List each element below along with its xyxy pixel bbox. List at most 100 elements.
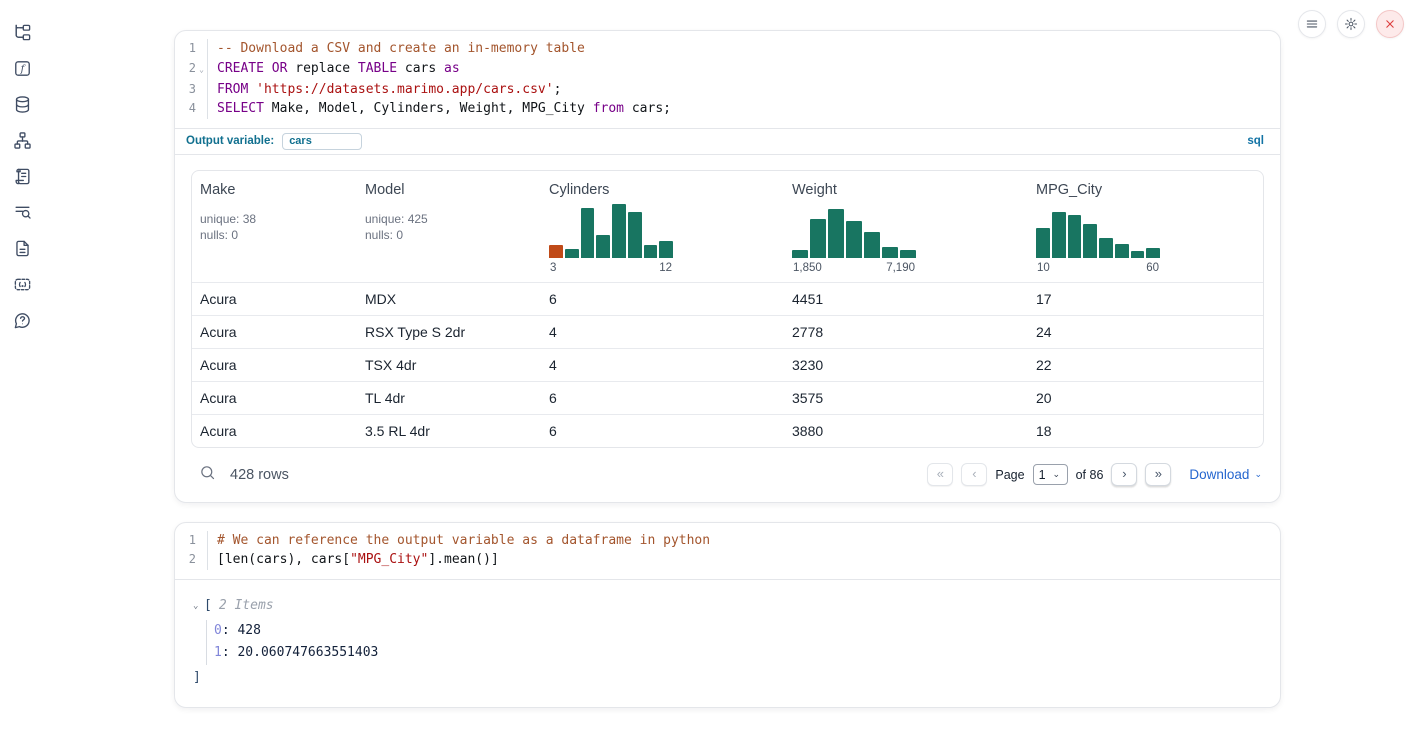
tree-item: 0: 428	[214, 620, 1264, 643]
table-cell: TSX 4dr	[357, 357, 541, 373]
code-line: 2⌄CREATE OR replace TABLE cars as	[175, 59, 1280, 80]
table-cell: Acura	[192, 390, 357, 406]
histogram-bar[interactable]	[1036, 228, 1050, 258]
first-page-button[interactable]: «	[927, 463, 953, 486]
table-row[interactable]: AcuraTL 4dr6357520	[192, 381, 1263, 414]
gear-icon	[1344, 17, 1358, 31]
histogram-bar[interactable]	[644, 245, 658, 258]
histogram-bar[interactable]	[1099, 238, 1113, 258]
table-cell: Acura	[192, 324, 357, 340]
chevron-down-icon: ⌄	[1254, 470, 1262, 479]
histogram-bar[interactable]	[549, 245, 563, 258]
code-text: -- Download a CSV and create an in-memor…	[208, 39, 585, 59]
fold-gutter	[196, 531, 208, 551]
histogram-bar[interactable]	[659, 241, 673, 257]
histogram-bar[interactable]	[828, 209, 844, 257]
help-icon[interactable]	[12, 310, 32, 330]
datasources-icon[interactable]	[12, 94, 32, 114]
table-cell: 3880	[784, 423, 1028, 439]
next-page-button[interactable]: ›	[1111, 463, 1137, 486]
fold-gutter	[196, 39, 208, 59]
hamburger-icon	[1305, 17, 1319, 31]
column-name: MPG_City	[1036, 182, 1255, 198]
collapse-chevron-icon[interactable]: ⌄	[193, 597, 204, 615]
sql-code-editor[interactable]: 1-- Download a CSV and create an in-memo…	[175, 31, 1280, 128]
histogram-axis-labels: 1,8507,190	[792, 262, 916, 274]
table-row[interactable]: Acura3.5 RL 4dr6388018	[192, 414, 1263, 447]
histogram-bar[interactable]	[612, 204, 626, 258]
table-header-row: Makeunique: 38nulls: 0Modelunique: 425nu…	[192, 171, 1263, 282]
column-name: Cylinders	[549, 182, 776, 198]
close-bracket: ]	[193, 669, 1264, 687]
histogram-bar[interactable]	[1083, 224, 1097, 258]
table-cell: 18	[1028, 423, 1263, 439]
histogram-bar[interactable]	[882, 247, 898, 257]
page-select-value: 1	[1039, 468, 1046, 482]
histogram-bar[interactable]	[581, 208, 595, 258]
column-header[interactable]: Makeunique: 38nulls: 0	[192, 171, 357, 282]
histogram-bar[interactable]	[1146, 248, 1160, 258]
language-badge[interactable]: sql	[1247, 135, 1264, 147]
histogram-bar[interactable]	[565, 249, 579, 258]
search-icon[interactable]	[199, 464, 216, 486]
code-line: 3FROM 'https://datasets.marimo.app/cars.…	[175, 80, 1280, 100]
data-table: Makeunique: 38nulls: 0Modelunique: 425nu…	[191, 170, 1264, 448]
table-cell: TL 4dr	[357, 390, 541, 406]
table-row[interactable]: AcuraRSX Type S 2dr4277824	[192, 315, 1263, 348]
table-cell: 20	[1028, 390, 1263, 406]
fold-chevron-icon[interactable]: ⌄	[196, 59, 208, 80]
table-row[interactable]: AcuraTSX 4dr4323022	[192, 348, 1263, 381]
output-variable-input[interactable]	[282, 133, 362, 150]
column-header[interactable]: Weight1,8507,190	[784, 171, 1028, 282]
scratchpad-icon[interactable]	[12, 166, 32, 186]
table-cell: 4	[541, 357, 784, 373]
python-code-editor[interactable]: 1# We can reference the output variable …	[175, 523, 1280, 580]
table-body: AcuraMDX6445117AcuraRSX Type S 2dr427782…	[192, 282, 1263, 447]
table-row[interactable]: AcuraMDX6445117	[192, 282, 1263, 315]
table-cell: 6	[541, 390, 784, 406]
histogram-bar[interactable]	[1131, 251, 1145, 257]
chevron-down-icon: ⌄	[1053, 470, 1061, 479]
column-header[interactable]: Cylinders 312	[541, 171, 784, 282]
notebook: 1 -- Download a CSV and create an in-memo…	[174, 30, 1281, 708]
tree-root: ⌄ [ 2 Items	[193, 597, 1264, 615]
histogram-bar[interactable]	[1052, 212, 1066, 258]
column-name: Model	[365, 182, 533, 198]
prev-page-button[interactable]: ‹	[961, 463, 987, 486]
histogram-bar[interactable]	[846, 221, 862, 258]
histogram-bar[interactable]	[596, 235, 610, 258]
column-histogram: 312	[549, 202, 673, 274]
histogram-bar[interactable]	[900, 250, 916, 257]
shutdown-button[interactable]	[1376, 10, 1404, 38]
code-text: CREATE OR replace TABLE cars as	[208, 59, 460, 80]
histogram-bar[interactable]	[792, 250, 808, 258]
settings-button[interactable]	[1337, 10, 1365, 38]
last-page-button[interactable]: »	[1145, 463, 1171, 486]
page-label: Page	[995, 468, 1024, 482]
histogram-bar[interactable]	[864, 232, 880, 257]
histogram-bar[interactable]	[810, 219, 826, 257]
dependency-graph-icon[interactable]	[12, 130, 32, 150]
download-button[interactable]: Download ⌄	[1189, 467, 1262, 482]
variables-icon[interactable]: f	[12, 58, 32, 78]
table-cell: RSX Type S 2dr	[357, 324, 541, 340]
histogram-bar[interactable]	[1068, 215, 1082, 258]
code-text: SELECT Make, Model, Cylinders, Weight, M…	[208, 99, 671, 119]
histogram-bar[interactable]	[1115, 244, 1129, 258]
logs-icon[interactable]	[12, 202, 32, 222]
file-explorer-icon[interactable]	[12, 22, 32, 42]
column-header[interactable]: MPG_City1060	[1028, 171, 1263, 282]
column-histogram: 1,8507,190	[792, 202, 916, 274]
page-select[interactable]: 1 ⌄	[1033, 464, 1068, 485]
histogram-bar[interactable]	[628, 212, 642, 258]
table-cell: 24	[1028, 324, 1263, 340]
column-stats: unique: 38nulls: 0	[200, 211, 349, 244]
menu-button[interactable]	[1298, 10, 1326, 38]
snippets-icon[interactable]	[12, 274, 32, 294]
fold-gutter	[196, 80, 208, 100]
column-header[interactable]: Modelunique: 425nulls: 0	[357, 171, 541, 282]
documentation-icon[interactable]	[12, 238, 32, 258]
line-number: 1	[175, 531, 196, 551]
line-number: 3	[175, 80, 196, 100]
python-cell-output: ⌄ [ 2 Items 0: 4281: 20.060747663551403 …	[175, 580, 1280, 707]
